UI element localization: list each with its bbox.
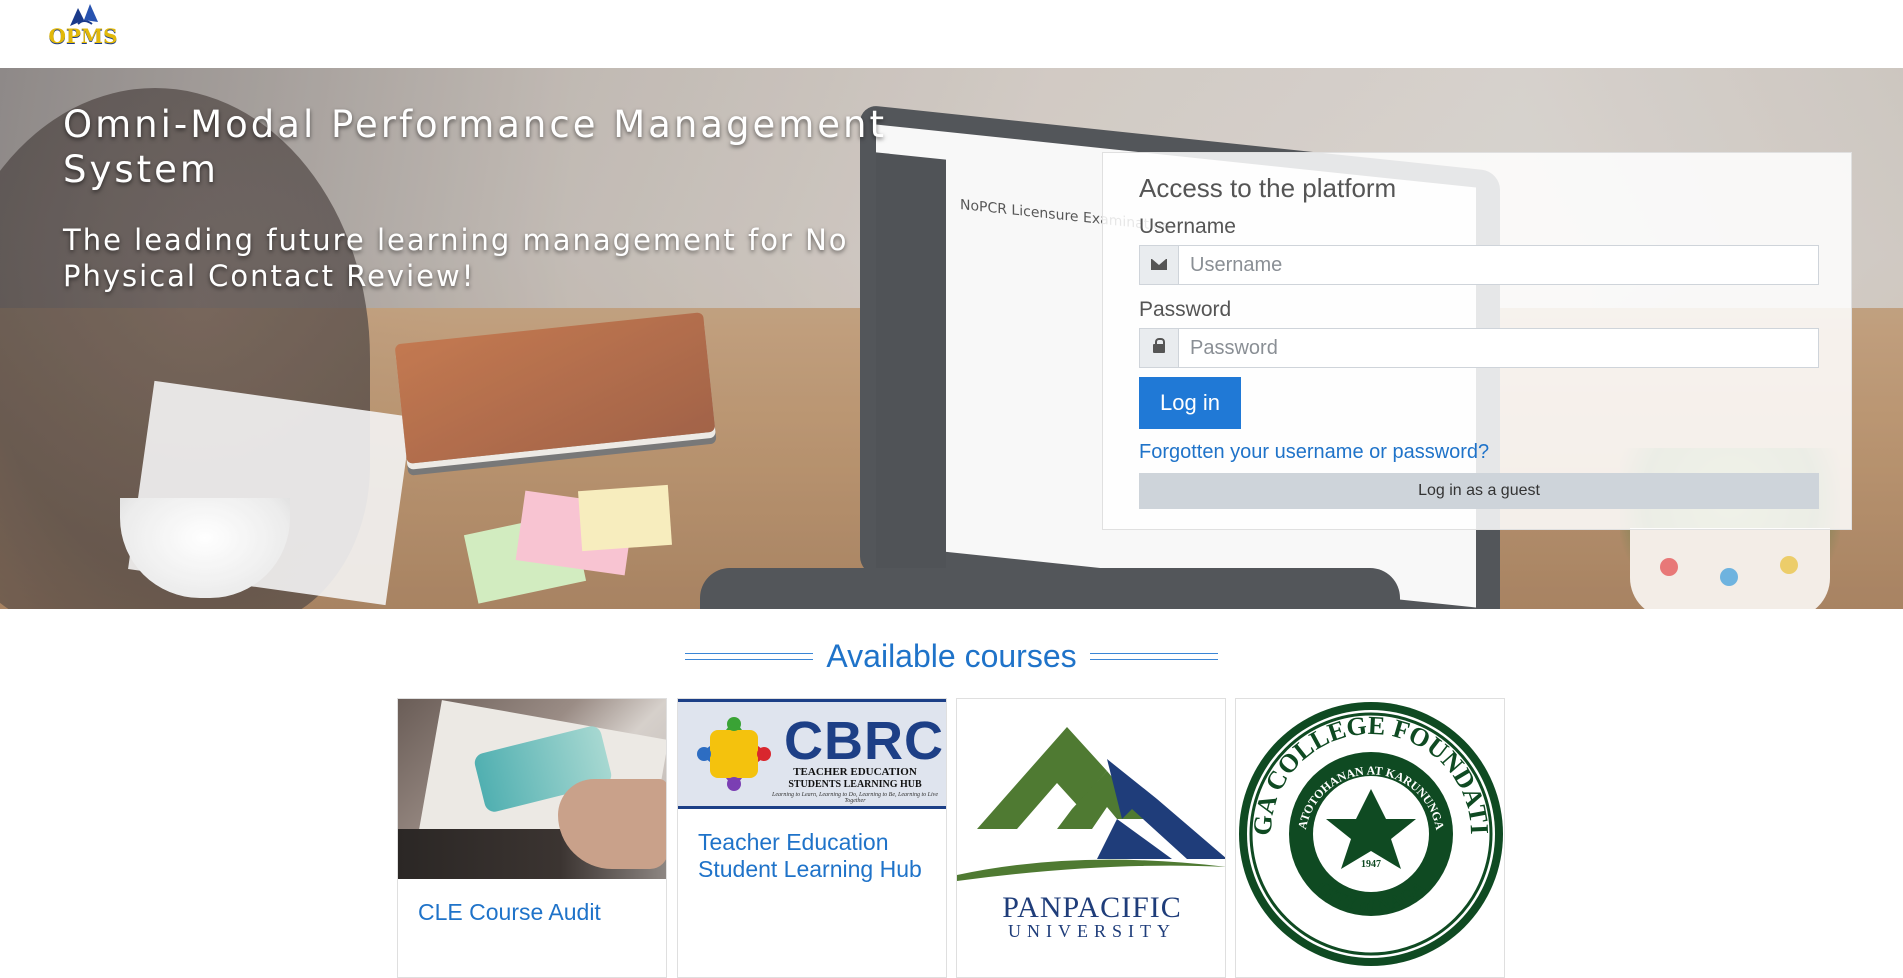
- course-title[interactable]: Teacher Education Student Learning Hub: [698, 829, 928, 883]
- hero-subtitle: The leading future learning management f…: [63, 223, 849, 293]
- panpacific-university-logo: PANPACIFIC UNIVERSITY: [957, 699, 1225, 977]
- painting-image: [398, 699, 666, 879]
- password-input-group: [1139, 328, 1819, 368]
- opms-logo[interactable]: OPMS: [48, 0, 118, 52]
- login-heading: Access to the platform: [1139, 173, 1397, 203]
- course-card-teacher-education[interactable]: CBRC TEACHER EDUCATION STUDENTS LEARNING…: [677, 698, 947, 978]
- naga-college-foundation-seal: NAGA COLLEGE FOUNDATION KATOTOHANAN AT K…: [1236, 699, 1504, 977]
- course-title[interactable]: CLE Course Audit: [418, 899, 648, 926]
- cbrc-line2: STUDENTS LEARNING HUB: [788, 779, 922, 790]
- password-label: Password: [1139, 298, 1232, 321]
- guest-login-button[interactable]: Log in as a guest: [1139, 473, 1819, 509]
- lock-icon: [1153, 338, 1165, 353]
- panpacific-sub: UNIVERSITY: [1008, 921, 1176, 941]
- panpacific-name: PANPACIFIC: [1002, 891, 1182, 924]
- envelope-icon: [1151, 259, 1167, 270]
- password-input[interactable]: [1184, 329, 1812, 367]
- hero-title: Omni-Modal Performance Management System: [63, 103, 887, 191]
- username-input-group: [1139, 245, 1819, 285]
- course-card-panpacific[interactable]: PANPACIFIC UNIVERSITY: [956, 698, 1226, 978]
- logo-text: OPMS: [48, 24, 118, 48]
- section-title-label: Available courses: [826, 638, 1077, 674]
- password-addon: [1140, 329, 1179, 367]
- username-label: Username: [1139, 215, 1236, 238]
- forgot-password-link[interactable]: Forgotten your username or password?: [1139, 441, 1489, 464]
- top-navbar: OPMS: [0, 0, 1903, 68]
- cbrc-acronym: CBRC: [784, 711, 944, 771]
- login-card: Access to the platform Username Password…: [1102, 152, 1852, 530]
- cbrc-line1: TEACHER EDUCATION: [793, 766, 917, 778]
- username-addon: [1140, 246, 1179, 284]
- login-button[interactable]: Log in: [1139, 377, 1241, 429]
- puzzle-people-icon: [697, 717, 771, 791]
- cbrc-line3: Learning to Learn, Learning to Do, Learn…: [771, 792, 938, 804]
- cbrc-logo-image: CBRC TEACHER EDUCATION STUDENTS LEARNING…: [678, 699, 946, 809]
- available-courses-heading: Available courses: [0, 638, 1903, 675]
- username-input[interactable]: [1184, 246, 1812, 284]
- ncf-seal-icon: NAGA COLLEGE FOUNDATION KATOTOHANAN AT K…: [1236, 699, 1503, 966]
- hero-banner: NoPCR Licensure Examination Omni-Modal P…: [0, 68, 1903, 609]
- panpacific-mountain-icon: [957, 727, 1225, 881]
- course-card-naga-college[interactable]: NAGA COLLEGE FOUNDATION KATOTOHANAN AT K…: [1235, 698, 1505, 978]
- course-card-cle[interactable]: CLE Course Audit: [397, 698, 667, 978]
- ncf-year: 1947: [1361, 859, 1381, 870]
